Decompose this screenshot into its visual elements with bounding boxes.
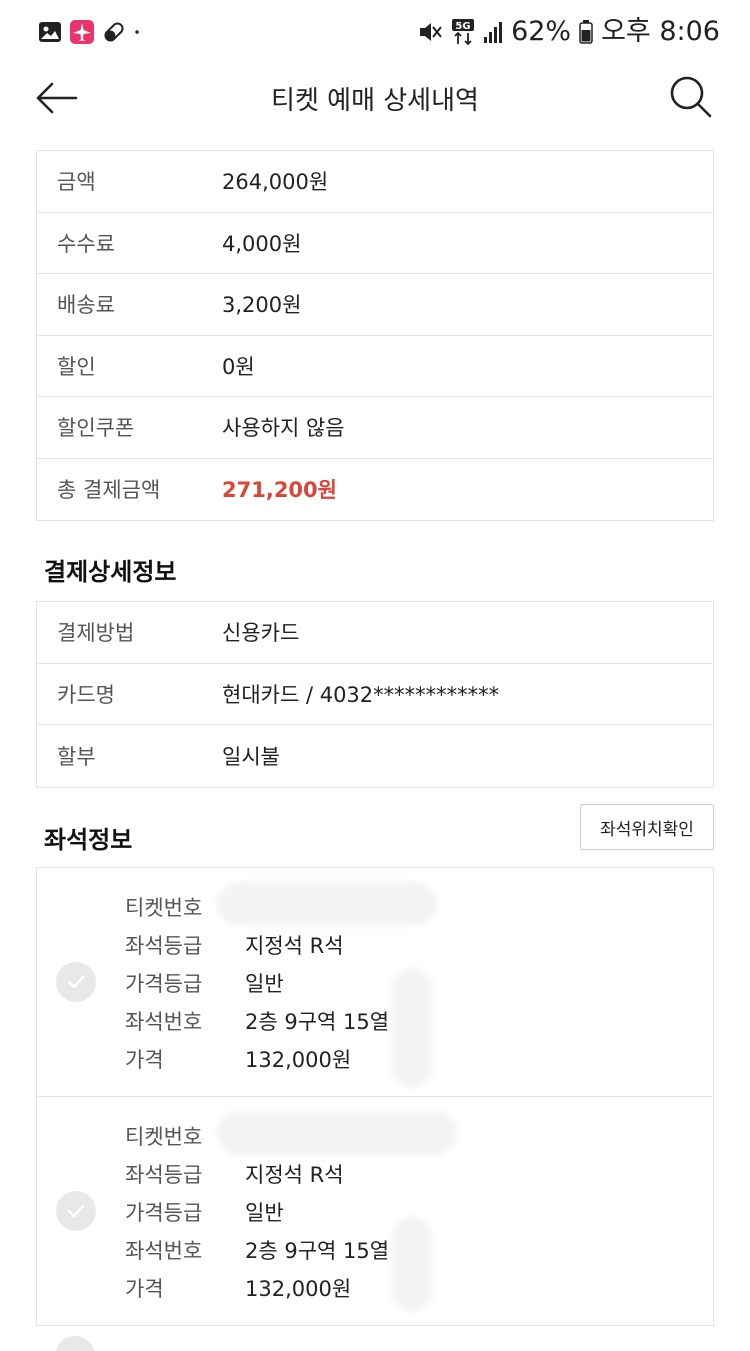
seat-grade-label: 좌석등급 (125, 934, 203, 958)
row-label: 결제방법 (57, 621, 135, 646)
redaction-mark (392, 1217, 432, 1312)
ticket-details: 티켓번호 좌석등급 지정석 R석 가격등급 일반 좌석번호 2층 9구역 15열 가격… (125, 888, 389, 1078)
status-bar-left (38, 20, 146, 44)
seat-number-label: 좌석번호 (125, 1010, 203, 1034)
seat-location-button[interactable]: 좌석위치확인 (580, 804, 714, 850)
seat-number-value: 2층 9구역 15열 (245, 1010, 390, 1034)
price-grade-label: 가격등급 (125, 972, 203, 996)
seat-info-title: 좌석정보 (44, 826, 133, 854)
seat-grade-line: 좌석등급 지정석 R석 (125, 1155, 389, 1193)
payment-row-discount: 할인 0원 (37, 336, 713, 397)
airplane-app-icon (70, 20, 94, 44)
ticket-checkbox[interactable] (56, 1191, 96, 1231)
status-time: 오후 8:06 (601, 16, 720, 47)
ticket-number-line: 티켓번호 (125, 888, 389, 926)
row-label: 배송료 (57, 293, 115, 318)
seat-grade-value: 지정석 R석 (245, 1163, 344, 1187)
check-icon (67, 1204, 85, 1218)
payment-row-amount: 금액 264,000원 (37, 151, 713, 213)
status-bar-right: 5G 62% 오후 8:06 (417, 14, 720, 50)
seat-grade-value: 지정석 R석 (245, 934, 344, 958)
payment-detail-table: 결제방법 신용카드 카드명 현대카드 / 4032************ 할부… (36, 601, 714, 788)
payment-detail-row-card: 카드명 현대카드 / 4032************ (37, 664, 713, 725)
seat-number-label: 좌석번호 (125, 1239, 203, 1263)
redaction-mark (392, 968, 432, 1088)
battery-percent: 62% (511, 16, 572, 47)
page-title: 티켓 예매 상세내역 (271, 86, 479, 116)
row-value: 일시불 (222, 744, 280, 769)
price-value: 132,000원 (245, 1048, 352, 1072)
seat-number-line: 좌석번호 2층 9구역 15열 (125, 1231, 389, 1269)
check-icon (67, 975, 85, 989)
row-label: 총 결제금액 (57, 478, 161, 503)
row-value: 0원 (222, 354, 255, 379)
price-line: 가격 132,000원 (125, 1040, 389, 1078)
gallery-icon (39, 22, 61, 42)
row-value: 현대카드 / 4032************ (222, 682, 500, 707)
battery-icon (579, 20, 593, 44)
row-label: 할부 (57, 744, 96, 769)
pill-icon (104, 22, 124, 42)
price-value: 132,000원 (245, 1277, 352, 1301)
search-button[interactable] (668, 74, 714, 120)
price-label: 가격 (125, 1048, 164, 1072)
ticket-card: 티켓번호 좌석등급 지정석 R석 가격등급 일반 좌석번호 2층 9구역 15열 가격… (37, 1097, 713, 1326)
header: 티켓 예매 상세내역 (0, 66, 750, 130)
row-label: 수수료 (57, 231, 115, 256)
status-bar: 5G 62% 오후 8:06 (0, 0, 750, 66)
payment-summary-table: 금액 264,000원 수수료 4,000원 배송료 3,200원 할인 0원 … (36, 150, 714, 521)
price-grade-value: 일반 (245, 972, 284, 996)
row-value: 264,000원 (222, 170, 329, 195)
mute-icon (420, 23, 442, 41)
payment-row-coupon: 할인쿠폰 사용하지 않음 (37, 397, 713, 459)
payment-detail-row-method: 결제방법 신용카드 (37, 602, 713, 664)
row-value: 3,200원 (222, 293, 302, 318)
dot-icon (135, 30, 139, 34)
price-grade-line: 가격등급 일반 (125, 964, 389, 1002)
seat-ticket-list: 티켓번호 좌석등급 지정석 R석 가격등급 일반 좌석번호 2층 9구역 15열 가격… (36, 867, 714, 1326)
row-value: 사용하지 않음 (222, 416, 345, 441)
payment-row-fee: 수수료 4,000원 (37, 213, 713, 274)
search-icon (670, 76, 712, 118)
price-grade-line: 가격등급 일반 (125, 1193, 389, 1231)
ticket-card: 티켓번호 좌석등급 지정석 R석 가격등급 일반 좌석번호 2층 9구역 15열 가격… (37, 868, 713, 1097)
price-grade-label: 가격등급 (125, 1201, 203, 1225)
seat-number-value: 2층 9구역 15열 (245, 1239, 390, 1263)
payment-row-total: 총 결제금액 271,200원 (37, 459, 713, 521)
row-value: 4,000원 (222, 231, 302, 256)
row-label: 금액 (57, 170, 96, 195)
ticket-checkbox[interactable] (56, 962, 96, 1002)
select-all-checkbox[interactable] (55, 1336, 95, 1351)
payment-detail-row-installment: 할부 일시불 (37, 725, 713, 787)
signal-icon (484, 22, 503, 43)
row-value: 신용카드 (222, 621, 300, 646)
price-label: 가격 (125, 1277, 164, 1301)
payment-row-shipping: 배송료 3,200원 (37, 274, 713, 336)
ticket-number-label: 티켓번호 (125, 896, 203, 920)
row-label: 할인쿠폰 (57, 416, 135, 441)
price-grade-value: 일반 (245, 1201, 284, 1225)
seat-grade-line: 좌석등급 지정석 R석 (125, 926, 389, 964)
ticket-number-line: 티켓번호 (125, 1117, 389, 1155)
network-5g-icon: 5G (452, 19, 475, 46)
price-line: 가격 132,000원 (125, 1269, 389, 1307)
ticket-details: 티켓번호 좌석등급 지정석 R석 가격등급 일반 좌석번호 2층 9구역 15열 가격… (125, 1117, 389, 1307)
seat-grade-label: 좌석등급 (125, 1163, 203, 1187)
row-label: 카드명 (57, 682, 115, 707)
seat-number-line: 좌석번호 2층 9구역 15열 (125, 1002, 389, 1040)
total-amount-value: 271,200원 (222, 478, 337, 503)
svg-text:5G: 5G (455, 21, 470, 32)
row-label: 할인 (57, 354, 96, 379)
ticket-number-label: 티켓번호 (125, 1125, 203, 1149)
payment-detail-title: 결제상세정보 (44, 558, 177, 586)
